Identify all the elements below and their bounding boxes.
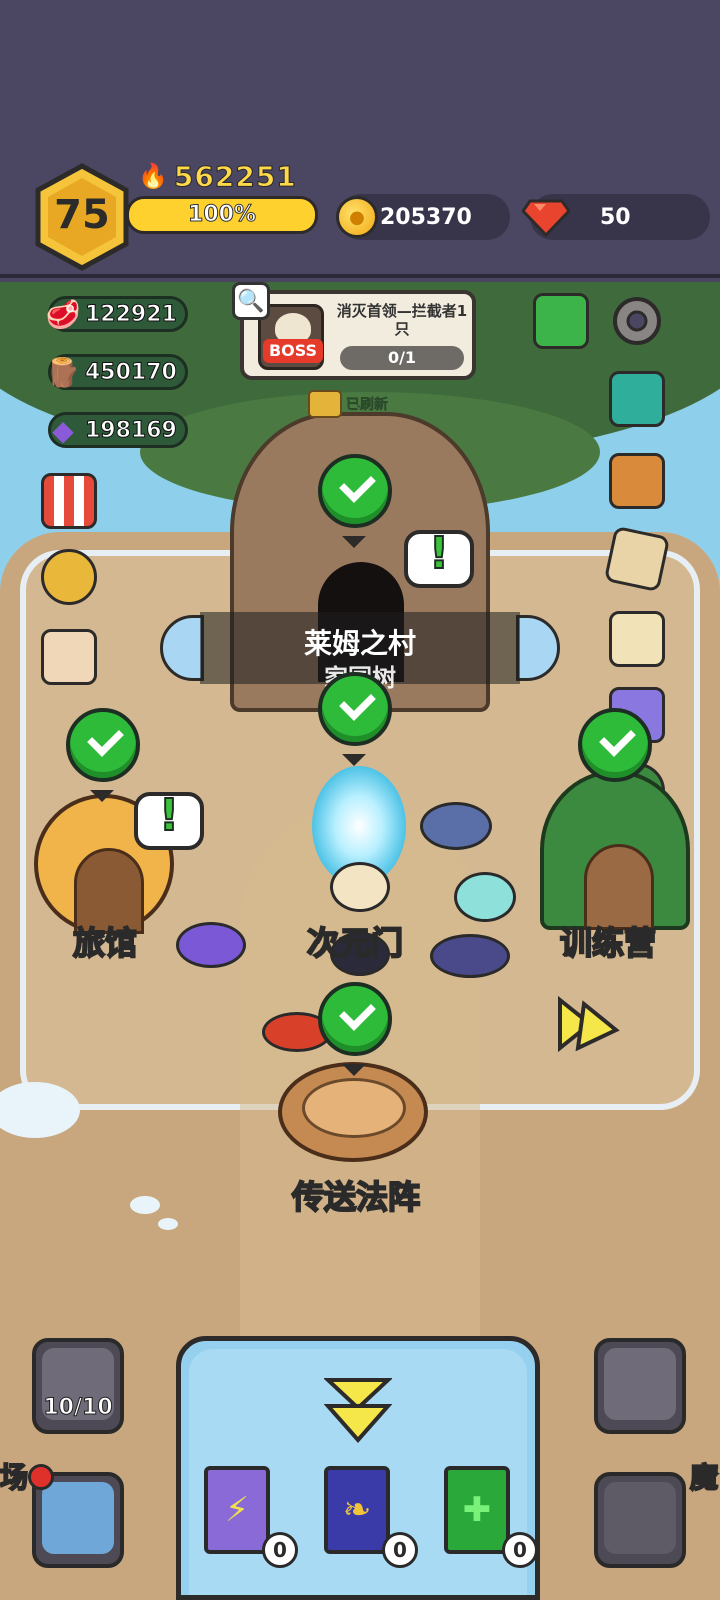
quest-book-icon [533, 293, 589, 349]
ranking-button[interactable] [38, 546, 100, 608]
alert-bubble-icon[interactable] [134, 790, 204, 850]
fast-forward-icon[interactable] [554, 990, 624, 1060]
quest-book-button[interactable] [530, 290, 592, 352]
calendar-button[interactable] [38, 626, 100, 688]
pointer-triangle [342, 1064, 366, 1076]
meat-value: 122921 [85, 301, 178, 327]
shop-icon [41, 473, 97, 529]
backpack-icon [609, 453, 665, 509]
heal-book[interactable]: ✚ [444, 1466, 510, 1554]
hero-unit[interactable] [330, 862, 390, 912]
ore-resource[interactable]: ◆ 198169 [48, 412, 188, 448]
portal-button[interactable] [594, 1472, 686, 1568]
boss-label: BOSS [263, 339, 323, 363]
puddle [130, 1196, 160, 1214]
lightning-book[interactable]: ⚡ [204, 1466, 270, 1554]
backpack-button[interactable] [606, 450, 668, 512]
player-level: 75 [54, 192, 110, 238]
right-edge-label: 魔 [689, 1460, 719, 1495]
battle-button[interactable] [594, 1338, 686, 1434]
top-status-bar: 75 🔥 562251 100% ● 205370 50 [0, 0, 720, 278]
check-icon[interactable] [578, 708, 652, 782]
exp-percent: 100% [188, 202, 257, 228]
exp-bar: 100% [126, 196, 318, 234]
mail-button[interactable] [606, 368, 668, 430]
map-button[interactable] [603, 525, 671, 593]
check-icon[interactable] [66, 708, 140, 782]
heal-icon: ✚ [462, 1490, 492, 1530]
village-name: 莱姆之村 [303, 627, 416, 660]
pointer-triangle [342, 536, 366, 548]
slime-icon [42, 1482, 114, 1554]
mail-icon [609, 371, 665, 427]
left-edge-label: 场 [0, 1460, 29, 1495]
lightning-icon: ⚡ [225, 1490, 249, 1530]
gem-value: 50 [600, 204, 631, 230]
wood-resource[interactable]: 🪵 450170 [46, 354, 188, 390]
wing-book[interactable]: ❧ [324, 1466, 390, 1554]
refresh-notice: 已刷新 [308, 390, 388, 418]
combat-power-value: 562251 [173, 159, 297, 193]
portal-icon [604, 1482, 676, 1554]
wing-book-count: 0 [382, 1532, 418, 1568]
player-level-badge[interactable]: 75 [32, 162, 132, 272]
hero-unit[interactable] [176, 922, 246, 968]
slime-team-button[interactable]: 10/10 [32, 1338, 124, 1434]
wood-icon: 🪵 [45, 356, 81, 388]
coin-icon: ● [336, 196, 378, 238]
meat-icon: 🥩 [45, 298, 81, 330]
gold-value: 205370 [380, 204, 472, 230]
heal-book-count: 0 [502, 1532, 538, 1568]
wood-value: 450170 [85, 359, 178, 385]
pointer-triangle [342, 754, 366, 766]
hero-unit[interactable] [454, 872, 516, 922]
teleport-circle-building[interactable] [278, 1062, 428, 1162]
ore-value: 198169 [85, 417, 178, 443]
medal-icon [41, 549, 97, 605]
lightning-book-count: 0 [262, 1532, 298, 1568]
gold-display[interactable]: ● 205370 [336, 194, 510, 240]
hero-unit[interactable] [420, 802, 492, 850]
slime-count: 10/10 [43, 1395, 113, 1421]
battle-icon [604, 1348, 676, 1420]
calendar-icon [41, 629, 97, 685]
settings-button[interactable] [606, 290, 668, 352]
gem-icon [522, 199, 570, 237]
boss-quest-progress: 0/1 [340, 346, 464, 370]
gear-icon [613, 297, 661, 345]
inn-label: 旅馆 [72, 923, 138, 963]
chest-icon [308, 390, 342, 418]
hero-unit[interactable] [430, 934, 510, 978]
training-camp-building[interactable] [540, 770, 690, 930]
refresh-label: 已刷新 [346, 397, 389, 414]
check-icon[interactable] [318, 672, 392, 746]
search-icon[interactable]: 🔍 [232, 282, 270, 320]
teleport-pad-top [302, 1078, 406, 1138]
training-camp-label: 训练营 [559, 923, 657, 963]
wing-icon: ❧ [342, 1490, 372, 1530]
alert-bubble-icon[interactable] [404, 528, 474, 588]
scroll-icon [609, 611, 665, 667]
notification-dot [28, 1464, 54, 1490]
scroll-button[interactable] [606, 608, 668, 670]
dimension-gate-label: 次元门 [306, 923, 404, 963]
check-icon[interactable] [318, 982, 392, 1056]
shop-button[interactable] [38, 470, 100, 532]
puddle [158, 1218, 178, 1230]
meat-resource[interactable]: 🥩 122921 [46, 296, 188, 332]
gem-display[interactable]: 50 [522, 194, 710, 240]
pointer-triangle [90, 790, 114, 802]
boss-quest-panel[interactable]: BOSS 消灭首领—拦截者1只 0/1 [240, 290, 476, 380]
fire-icon: 🔥 [138, 162, 168, 190]
down-arrow-icon[interactable] [324, 1376, 392, 1446]
ore-icon: ◆ [52, 414, 74, 446]
check-icon[interactable] [318, 454, 392, 528]
combat-power: 🔥 562251 [138, 158, 297, 194]
boss-quest-title: 消灭首领—拦截者1只 [336, 302, 468, 338]
teleport-circle-label: 传送法阵 [291, 1177, 421, 1217]
map-icon [603, 525, 671, 593]
